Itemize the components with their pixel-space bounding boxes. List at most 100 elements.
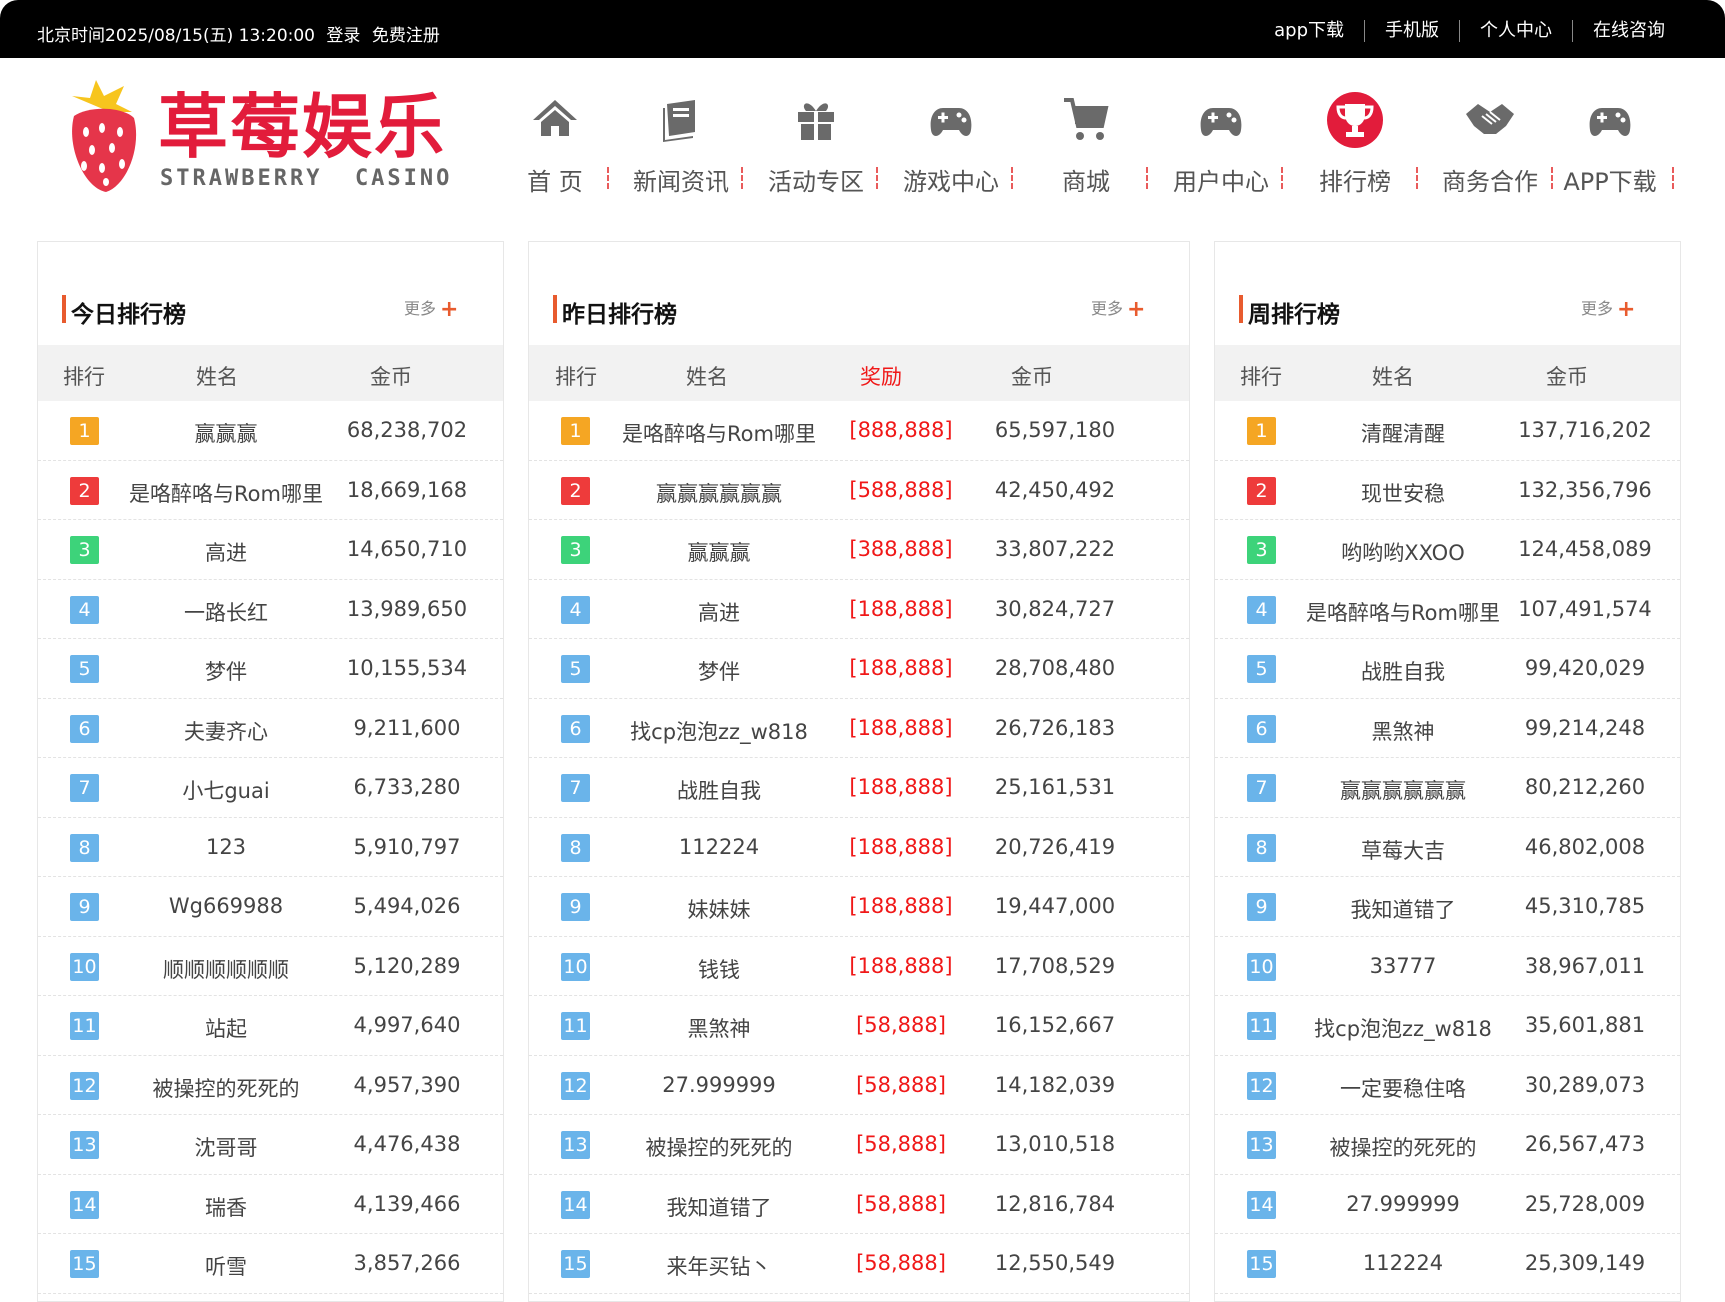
ranking-panel-week: 周排行榜 更多 + 排行 姓名 金币 1 清醒清醒 137,716,202 2 现世安稳 1… (1214, 241, 1681, 1302)
plus-icon: + (1617, 297, 1636, 322)
nav-label-shop: 商城 (1062, 168, 1110, 196)
table-row: 6 黑煞神 99,214,248 (1215, 699, 1680, 758)
nav-item-business[interactable]: 商务合作 (1430, 92, 1550, 202)
nav-label-news: 新闻资讯 (633, 168, 729, 196)
site-logo[interactable]: 草莓娱乐 STRAWBERRY CASINO (66, 76, 466, 196)
nav-item-news[interactable]: 新闻资讯 (621, 92, 741, 202)
rank-badge: 13 (561, 1131, 590, 1159)
table-header: 排行 姓名 金币 (38, 345, 503, 401)
rank-badge: 6 (70, 714, 99, 743)
table-row: 14 我知道错了 [58,888] 12,816,784 (529, 1175, 1189, 1234)
cell-coins: 25,728,009 (1524, 1191, 1646, 1216)
cell-coins: 35,601,881 (1524, 1013, 1646, 1037)
nav-item-shop[interactable]: 商城 (1026, 92, 1146, 202)
table-row: 4 是咯醉咯与Rom哪里 107,491,574 (1215, 580, 1680, 639)
rank-badge: 15 (561, 1250, 590, 1278)
rank-badge: 12 (70, 1071, 99, 1100)
cell-coins: 132,356,796 (1518, 477, 1652, 502)
cell-coins: 4,957,390 (353, 1072, 461, 1097)
rank-badge: 9 (1247, 893, 1276, 921)
rank-badge: 4 (70, 595, 99, 624)
login-link[interactable]: 登录 (326, 26, 360, 46)
nav-item-games[interactable]: 游戏中心 (891, 92, 1011, 202)
table-row: 8 112224 [188,888] 20,726,419 (529, 818, 1189, 877)
more-link[interactable]: 更多 + (1091, 295, 1145, 322)
nav-item-ranking[interactable]: 排行榜 (1295, 92, 1415, 202)
online-consult-link[interactable]: 在线咨询 (1572, 20, 1685, 42)
nav-item-home[interactable]: 首 页 (495, 92, 615, 202)
strawberry-icon (72, 80, 137, 192)
col-header-rank: 排行 (555, 365, 597, 389)
nav-divider (1416, 167, 1418, 189)
table-row: 7 赢赢赢赢赢赢 80,212,260 (1215, 758, 1680, 818)
gift-icon (798, 103, 834, 140)
table-row: 14 27.999999 25,728,009 (1215, 1175, 1680, 1234)
panel-header: 今日排行榜 更多 + (38, 242, 503, 345)
table-row: 1 清醒清醒 137,716,202 (1215, 401, 1680, 461)
nav-label-user-center: 用户中心 (1173, 168, 1269, 196)
app-download-link[interactable]: app下载 (1254, 20, 1364, 42)
trophy-icon (1327, 92, 1383, 148)
table-row: 13 沈哥哥 4,476,438 (38, 1115, 503, 1175)
table-body: 1 清醒清醒 137,716,202 2 现世安稳 132,356,796 3 哟哟哟XXOO… (1215, 401, 1680, 1294)
rank-badge: 13 (1247, 1131, 1276, 1159)
rank-badge: 10 (70, 952, 99, 981)
top-bar: 北京时间2025/08/15(五) 13:20:00 登录 免费注册 app下载… (0, 0, 1725, 58)
more-link[interactable]: 更多 + (404, 295, 458, 322)
mobile-version-link[interactable]: 手机版 (1364, 20, 1459, 42)
title-accent-bar (62, 295, 66, 323)
cart-icon (1064, 98, 1109, 140)
col-header-name: 姓名 (196, 365, 238, 389)
personal-center-link[interactable]: 个人中心 (1459, 20, 1572, 42)
nav-divider (1281, 167, 1283, 189)
cell-coins: 26,567,473 (1524, 1132, 1646, 1156)
rank-badge: 15 (1247, 1250, 1276, 1278)
cell-coins: 25,161,531 (994, 775, 1116, 799)
col-header-coins: 金币 (370, 365, 412, 389)
table-row: 15 来年买钻丶 [58,888] 12,550,549 (529, 1234, 1189, 1294)
register-link[interactable]: 免费注册 (372, 26, 440, 46)
cell-coins: 68,238,702 (346, 418, 468, 442)
nav-item-app-download[interactable]: APP下载 (1550, 92, 1670, 202)
nav-label-business: 商务合作 (1442, 168, 1538, 196)
cell-coins: 9,211,600 (353, 715, 461, 740)
cell-coins: 13,989,650 (346, 596, 468, 621)
more-label: 更多 (1091, 299, 1124, 318)
rank-badge: 4 (561, 595, 590, 624)
table-row: 10 33777 38,967,011 (1215, 937, 1680, 996)
cell-coins: 17,708,529 (994, 953, 1116, 978)
rank-badge: 1 (1247, 417, 1276, 445)
rank-badge: 12 (561, 1071, 590, 1100)
more-link[interactable]: 更多 + (1581, 295, 1635, 322)
cell-coins: 13,010,518 (994, 1132, 1116, 1156)
cell-coins: 33,807,222 (994, 537, 1116, 561)
title-accent-bar (553, 295, 557, 323)
plus-icon: + (440, 297, 459, 322)
cell-coins: 42,450,492 (994, 477, 1116, 502)
cell-coins: 65,597,180 (994, 418, 1116, 442)
table-row: 4 高进 [188,888] 30,824,727 (529, 580, 1189, 639)
cell-coins: 12,816,784 (994, 1191, 1116, 1216)
more-label: 更多 (404, 299, 437, 318)
col-header-reward: 奖励 (860, 365, 902, 389)
rank-badge: 14 (1247, 1190, 1276, 1219)
panel-header: 昨日排行榜 更多 + (529, 242, 1189, 345)
cell-coins: 99,214,248 (1524, 715, 1646, 740)
cell-coins: 25,309,149 (1524, 1251, 1646, 1275)
gamepad-icon (930, 108, 972, 136)
rank-badge: 5 (561, 655, 590, 683)
rank-badge: 6 (561, 714, 590, 743)
rank-badge: 10 (1247, 952, 1276, 981)
nav-item-user-center[interactable]: 用户中心 (1161, 92, 1281, 202)
cell-coins: 4,997,640 (353, 1013, 461, 1037)
cell-coins: 10,155,534 (346, 656, 468, 680)
cell-coins: 19,447,000 (994, 894, 1116, 918)
nav-item-events[interactable]: 活动专区 (756, 92, 876, 202)
nav-divider (741, 167, 743, 189)
table-row: 6 找cp泡泡zz_w818 [188,888] 26,726,183 (529, 699, 1189, 758)
cell-coins: 38,967,011 (1524, 953, 1646, 978)
rank-badge: 9 (561, 893, 590, 921)
table-body: 1 是咯醉咯与Rom哪里 [888,888] 65,597,180 2 赢赢赢赢赢赢 [58… (529, 401, 1189, 1294)
nav-divider (1011, 167, 1013, 189)
rank-badge: 13 (70, 1131, 99, 1159)
